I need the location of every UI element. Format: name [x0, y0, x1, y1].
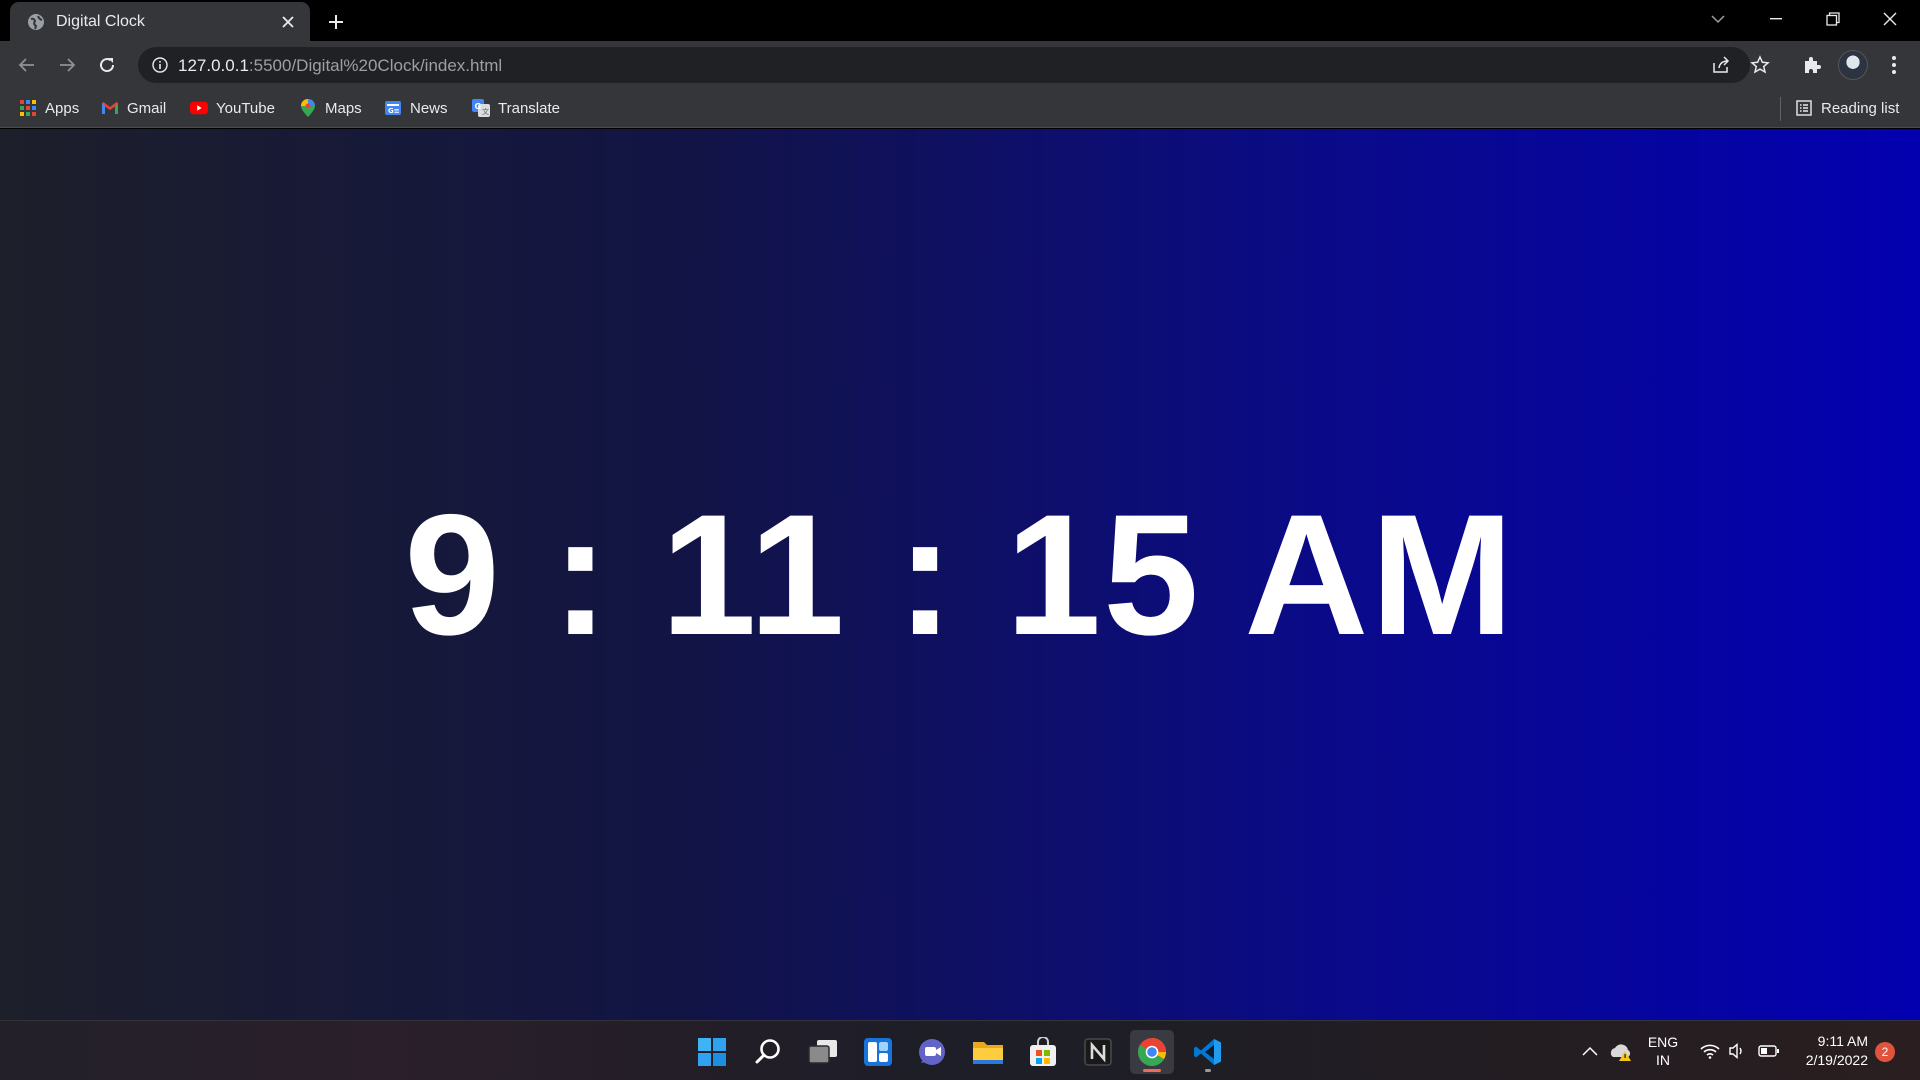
svg-text:文: 文	[482, 107, 489, 116]
bookmark-gmail[interactable]: Gmail	[101, 97, 166, 119]
bookmarks-divider	[1780, 97, 1781, 121]
task-view-icon[interactable]	[801, 1030, 845, 1074]
clock-hours: 9	[404, 478, 502, 671]
profile-avatar[interactable]	[1838, 50, 1868, 80]
tab-strip: Digital Clock	[0, 0, 1920, 41]
site-info-icon[interactable]	[150, 55, 170, 75]
minimize-button[interactable]	[1748, 0, 1804, 38]
new-tab-button[interactable]	[322, 8, 350, 36]
bookmark-maps[interactable]: Maps	[299, 97, 362, 119]
chrome-icon[interactable]	[1130, 1030, 1174, 1074]
bookmarks-bar: Apps Gmail YouTube Maps G≡ News G文 Trans…	[0, 89, 1920, 128]
bookmark-youtube[interactable]: YouTube	[190, 97, 275, 119]
file-explorer-icon[interactable]	[966, 1030, 1010, 1074]
apps-grid-icon	[19, 99, 37, 117]
tab-search-icon[interactable]	[1690, 0, 1746, 38]
clock-separator: :	[551, 478, 611, 671]
url-text: 127.0.0.1:5500/Digital%20Clock/index.htm…	[178, 56, 502, 76]
restore-button[interactable]	[1805, 0, 1861, 38]
clock-minutes: 11	[660, 478, 847, 671]
bookmark-label: Gmail	[127, 99, 167, 117]
url-host: 127.0.0.1	[178, 56, 249, 75]
reading-list-label: Reading list	[1821, 99, 1900, 117]
notification-badge[interactable]: 2	[1875, 1042, 1895, 1062]
bookmark-label: Maps	[325, 99, 362, 117]
vscode-icon[interactable]	[1186, 1030, 1230, 1074]
bookmark-translate[interactable]: G文 Translate	[472, 97, 560, 119]
start-icon[interactable]	[690, 1030, 734, 1074]
bookmark-apps[interactable]: Apps	[19, 97, 79, 119]
translate-icon: G文	[472, 99, 490, 117]
clock-separator: :	[896, 478, 956, 671]
reload-button[interactable]	[91, 49, 123, 81]
page-content: 9 : 11 : 15 AM	[0, 129, 1920, 1020]
language-indicator[interactable]: ENG IN	[1642, 1021, 1684, 1080]
wifi-icon[interactable]	[1698, 1021, 1722, 1080]
bookmark-news[interactable]: G≡ News	[384, 97, 448, 119]
widgets-icon[interactable]	[856, 1030, 900, 1074]
bookmark-label: News	[410, 99, 448, 117]
more-menu-icon[interactable]	[1878, 49, 1910, 81]
address-bar[interactable]: 127.0.0.1:5500/Digital%20Clock/index.htm…	[138, 47, 1770, 83]
language-code: ENG	[1647, 1034, 1679, 1050]
bookmark-label: YouTube	[216, 99, 275, 117]
volume-icon[interactable]	[1726, 1021, 1748, 1080]
news-icon: G≡	[384, 99, 402, 117]
reading-list-icon	[1795, 99, 1813, 117]
globe-icon	[26, 12, 46, 32]
bookmark-label: Apps	[45, 99, 80, 117]
system-date: 2/19/2022	[1805, 1052, 1868, 1068]
notion-icon[interactable]	[1076, 1030, 1120, 1074]
region-code: IN	[1656, 1052, 1670, 1068]
close-window-button[interactable]	[1862, 0, 1918, 38]
clock-period: AM	[1244, 478, 1516, 671]
maps-icon	[299, 99, 317, 117]
microsoft-store-icon[interactable]	[1021, 1030, 1065, 1074]
active-app-indicator	[1143, 1069, 1161, 1072]
extensions-icon[interactable]	[1796, 49, 1828, 81]
show-hidden-icons-chevron-icon[interactable]	[1578, 1021, 1602, 1080]
digital-clock: 9 : 11 : 15 AM	[0, 129, 1920, 1020]
running-app-indicator	[1205, 1069, 1211, 1072]
system-time: 9:11 AM	[1817, 1033, 1868, 1049]
browser-tab[interactable]: Digital Clock	[10, 2, 310, 41]
battery-icon[interactable]	[1756, 1021, 1782, 1080]
clock-seconds: 15	[1005, 478, 1201, 671]
teams-chat-icon[interactable]	[911, 1030, 955, 1074]
youtube-icon	[190, 99, 208, 117]
bookmark-label: Translate	[498, 99, 560, 117]
back-button[interactable]	[11, 49, 43, 81]
share-icon[interactable]	[1710, 54, 1732, 76]
bookmark-star-icon[interactable]	[1749, 54, 1771, 76]
reading-list-button[interactable]: Reading list	[1795, 97, 1899, 119]
tab-title: Digital Clock	[56, 12, 145, 30]
forward-button[interactable]	[51, 49, 83, 81]
search-icon[interactable]	[746, 1030, 790, 1074]
clock-time: 9 : 11 : 15 AM	[404, 476, 1515, 674]
svg-text:G≡: G≡	[388, 107, 400, 115]
system-clock[interactable]: 9:11 AM 2/19/2022	[1790, 1021, 1868, 1080]
browser-toolbar: 127.0.0.1:5500/Digital%20Clock/index.htm…	[0, 41, 1920, 89]
gmail-icon	[101, 99, 119, 117]
taskbar: ENG IN 9:11 AM 2/19/2022 2	[0, 1020, 1920, 1080]
close-tab-icon[interactable]	[276, 10, 300, 34]
url-path: :5500/Digital%20Clock/index.html	[248, 56, 503, 75]
svg-text:G: G	[475, 102, 482, 111]
weather-icon[interactable]	[1606, 1021, 1636, 1080]
